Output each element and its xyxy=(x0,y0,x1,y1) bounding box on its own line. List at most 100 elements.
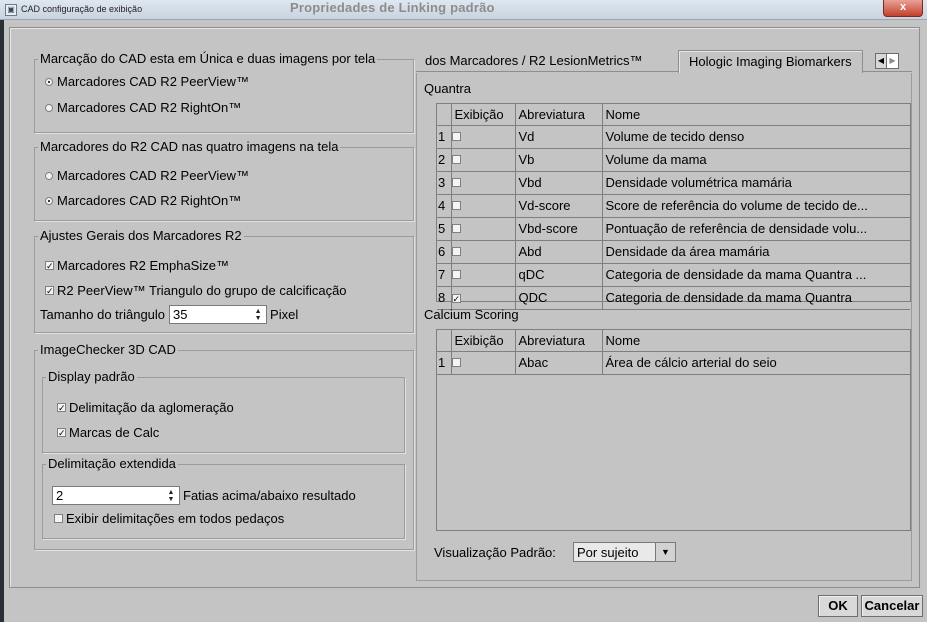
checkbox-unchecked[interactable] xyxy=(452,155,461,164)
checkbox-checked[interactable]: ✓ xyxy=(45,261,54,271)
checkbox-checked[interactable]: ✓ xyxy=(452,294,461,304)
display-checkbox-cell[interactable] xyxy=(450,350,516,375)
check-emphasize[interactable]: ✓ Marcadores R2 EmphaSize™ xyxy=(45,258,229,273)
checkbox-label: Marcadores R2 EmphaSize™ xyxy=(57,258,229,273)
display-checkbox-cell[interactable] xyxy=(450,124,516,149)
table-row[interactable]: 4 Vd-score Score de referência do volume d… xyxy=(437,193,910,218)
column-header-abbreviation[interactable]: Abreviatura xyxy=(514,330,603,352)
group-title: Ajustes Gerais dos Marcadores R2 xyxy=(38,228,244,243)
row-index: 8 xyxy=(437,285,452,310)
group-title: Display padrão xyxy=(46,369,137,384)
display-checkbox-cell[interactable] xyxy=(450,239,516,264)
group-single-dual-screen: Marcação do CAD esta em Única e duas ima… xyxy=(34,51,414,133)
checkbox-unchecked[interactable] xyxy=(452,270,461,279)
radio-righton-four[interactable]: Marcadores CAD R2 RightOn™ xyxy=(45,193,241,208)
ok-button[interactable]: OK xyxy=(818,595,858,617)
radio-peerview-four[interactable]: Marcadores CAD R2 PeerView™ xyxy=(45,168,249,183)
group-title: Marcadores do R2 CAD nas quatro imagens … xyxy=(38,139,341,154)
display-checkbox-cell[interactable] xyxy=(450,147,516,172)
column-header-display[interactable]: Exibição xyxy=(450,330,516,352)
row-index: 6 xyxy=(437,239,452,264)
title-bar[interactable]: ▣ CAD configuração de exibição Proprieda… xyxy=(0,0,927,20)
close-button[interactable]: x xyxy=(883,0,923,17)
checkbox-unchecked[interactable] xyxy=(452,178,461,187)
checkbox-checked[interactable]: ✓ xyxy=(45,286,54,296)
radio-button[interactable] xyxy=(45,171,53,180)
column-header-name[interactable]: Nome xyxy=(601,330,910,352)
cancel-button[interactable]: Cancelar xyxy=(861,595,923,617)
triangle-size-spinner[interactable]: 35 ▲ ▼ xyxy=(169,305,268,324)
checkbox-unchecked[interactable] xyxy=(452,247,461,256)
spinner-arrows-icon[interactable]: ▲ ▼ xyxy=(165,489,177,503)
display-checkbox-cell[interactable]: ✓ xyxy=(450,285,516,310)
name-cell: Volume da mama xyxy=(601,147,910,172)
checkbox-unchecked[interactable] xyxy=(452,132,461,141)
name-cell: Categoria de densidade da mama Quantra xyxy=(601,285,910,310)
table-row[interactable]: 2 Vb Volume da mama xyxy=(437,147,910,172)
tab-lesionmetrics[interactable]: dos Marcadores / R2 LesionMetrics™ xyxy=(425,53,642,68)
name-cell: Densidade da área mamária xyxy=(601,239,910,264)
column-header-abbreviation[interactable]: Abreviatura xyxy=(514,104,603,126)
table-row[interactable]: 3 Vbd Densidade volumétrica mamária xyxy=(437,170,910,195)
row-index: 2 xyxy=(437,147,452,172)
group-extended-outline: Delimitação extendida 2 ▲ ▼ Fatias acima/… xyxy=(42,456,405,539)
table-row[interactable]: 7 qDC Categoria de densidade da mama Quant… xyxy=(437,262,910,287)
tab-hologic-biomarkers[interactable]: Hologic Imaging Biomarkers xyxy=(678,50,863,73)
radio-label: Marcadores CAD R2 PeerView™ xyxy=(57,74,249,89)
checkbox-unchecked[interactable] xyxy=(54,514,63,523)
name-cell: Volume de tecido denso xyxy=(601,124,910,149)
checkbox-label: Exibir delimitações em todos pedaços xyxy=(66,511,285,526)
radio-righton-single[interactable]: Marcadores CAD R2 RightOn™ xyxy=(45,100,241,115)
checkbox-checked[interactable]: ✓ xyxy=(57,403,66,413)
abbreviation-cell: Vbd-score xyxy=(514,216,603,241)
display-checkbox-cell[interactable] xyxy=(450,216,516,241)
tab-scroll-arrows: ◀ ▶ xyxy=(875,53,899,69)
column-header-display[interactable]: Exibição xyxy=(450,104,516,126)
display-checkbox-cell[interactable] xyxy=(450,193,516,218)
slices-spinner[interactable]: 2 ▲ ▼ xyxy=(52,486,180,505)
checkbox-checked[interactable]: ✓ xyxy=(57,428,66,438)
abbreviation-cell: Abac xyxy=(514,350,603,375)
name-cell: Score de referência do volume de tecido … xyxy=(601,193,910,218)
dropdown-value: Por sujeito xyxy=(577,544,639,560)
calcium-table: Exibição Abreviatura Nome 1 Abac Área de c… xyxy=(436,329,911,531)
chevron-down-icon[interactable]: ▼ xyxy=(655,543,675,561)
group-four-images: Marcadores do R2 CAD nas quatro imagens … xyxy=(34,139,414,221)
tab-scroll-right-icon[interactable]: ▶ xyxy=(887,53,899,69)
table-row[interactable]: 1 Abac Área de cálcio arterial do seio xyxy=(437,350,910,375)
spinner-value: 35 xyxy=(173,307,188,322)
check-show-all-slices[interactable]: Exibir delimitações em todos pedaços xyxy=(54,511,284,526)
row-index: 1 xyxy=(437,124,452,149)
table-row[interactable]: 6 Abd Densidade da área mamária xyxy=(437,239,910,264)
checkbox-unchecked[interactable] xyxy=(452,224,461,233)
radio-button[interactable] xyxy=(45,103,53,112)
triangle-size-label: Tamanho do triângulo xyxy=(40,307,166,322)
abbreviation-cell: Abd xyxy=(514,239,603,264)
desktop-edge xyxy=(0,20,4,622)
tab-scroll-left-icon[interactable]: ◀ xyxy=(875,53,887,69)
table-row[interactable]: 5 Vbd-score Pontuação de referência de den… xyxy=(437,216,910,241)
check-calc-marks[interactable]: ✓ Marcas de Calc xyxy=(57,425,159,440)
slices-row: 2 ▲ ▼ Fatias acima/abaixo resultado xyxy=(52,486,356,505)
default-view-dropdown[interactable]: Por sujeito ▼ xyxy=(573,542,676,562)
group-general-settings: Ajustes Gerais dos Marcadores R2 ✓ Marca… xyxy=(34,228,414,333)
display-checkbox-cell[interactable] xyxy=(450,262,516,287)
radio-button[interactable] xyxy=(45,196,53,205)
radio-button[interactable] xyxy=(45,77,53,86)
window-title: CAD configuração de exibição xyxy=(21,4,143,14)
table-row[interactable]: 8 ✓ QDC Categoria de densidade da mama Quan… xyxy=(437,285,910,310)
abbreviation-cell: Vd xyxy=(514,124,603,149)
name-cell: Área de cálcio arterial do seio xyxy=(601,350,910,375)
column-header-name[interactable]: Nome xyxy=(601,104,910,126)
triangle-unit-label: Pixel xyxy=(270,307,299,322)
display-checkbox-cell[interactable] xyxy=(450,170,516,195)
radio-peerview-single[interactable]: Marcadores CAD R2 PeerView™ xyxy=(45,74,249,89)
abbreviation-cell: qDC xyxy=(514,262,603,287)
checkbox-label: R2 PeerView™ Triangulo do grupo de calci… xyxy=(57,283,347,298)
check-peerview-triangle[interactable]: ✓ R2 PeerView™ Triangulo do grupo de cal… xyxy=(45,283,347,298)
table-row[interactable]: 1 Vd Volume de tecido denso xyxy=(437,124,910,149)
check-cluster-outline[interactable]: ✓ Delimitação da aglomeração xyxy=(57,400,234,415)
spinner-arrows-icon[interactable]: ▲ ▼ xyxy=(252,308,264,322)
checkbox-unchecked[interactable] xyxy=(452,358,461,367)
checkbox-unchecked[interactable] xyxy=(452,201,461,210)
